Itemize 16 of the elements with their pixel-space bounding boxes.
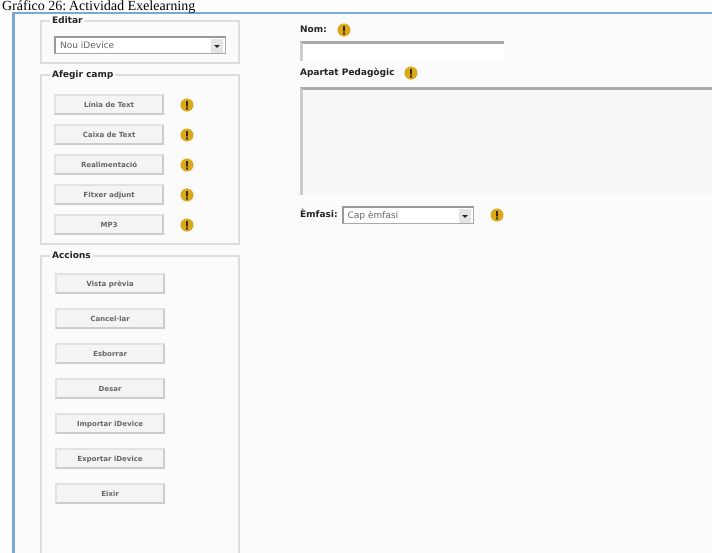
- info-icon[interactable]: [180, 158, 194, 172]
- info-icon[interactable]: [336, 23, 351, 37]
- figure-caption: Gráfico 26: Actividad Exelearning: [1, 0, 196, 12]
- info-icon[interactable]: [180, 98, 194, 112]
- section-label: Apartat Pedagògic: [300, 68, 394, 78]
- info-icon[interactable]: [490, 208, 504, 222]
- info-icon[interactable]: [180, 218, 194, 232]
- info-icon[interactable]: [180, 188, 194, 202]
- name-input[interactable]: [300, 41, 504, 61]
- emphasis-label: Èmfasi:: [300, 210, 338, 220]
- idevice-select[interactable]: Nou iDevice: [54, 36, 226, 54]
- emphasis-select[interactable]: Cap èmfasi: [342, 206, 474, 224]
- name-label: Nom:: [300, 25, 327, 35]
- info-icon[interactable]: [180, 128, 194, 142]
- group-title: Afegir camp: [50, 69, 116, 81]
- info-icon[interactable]: [404, 66, 418, 80]
